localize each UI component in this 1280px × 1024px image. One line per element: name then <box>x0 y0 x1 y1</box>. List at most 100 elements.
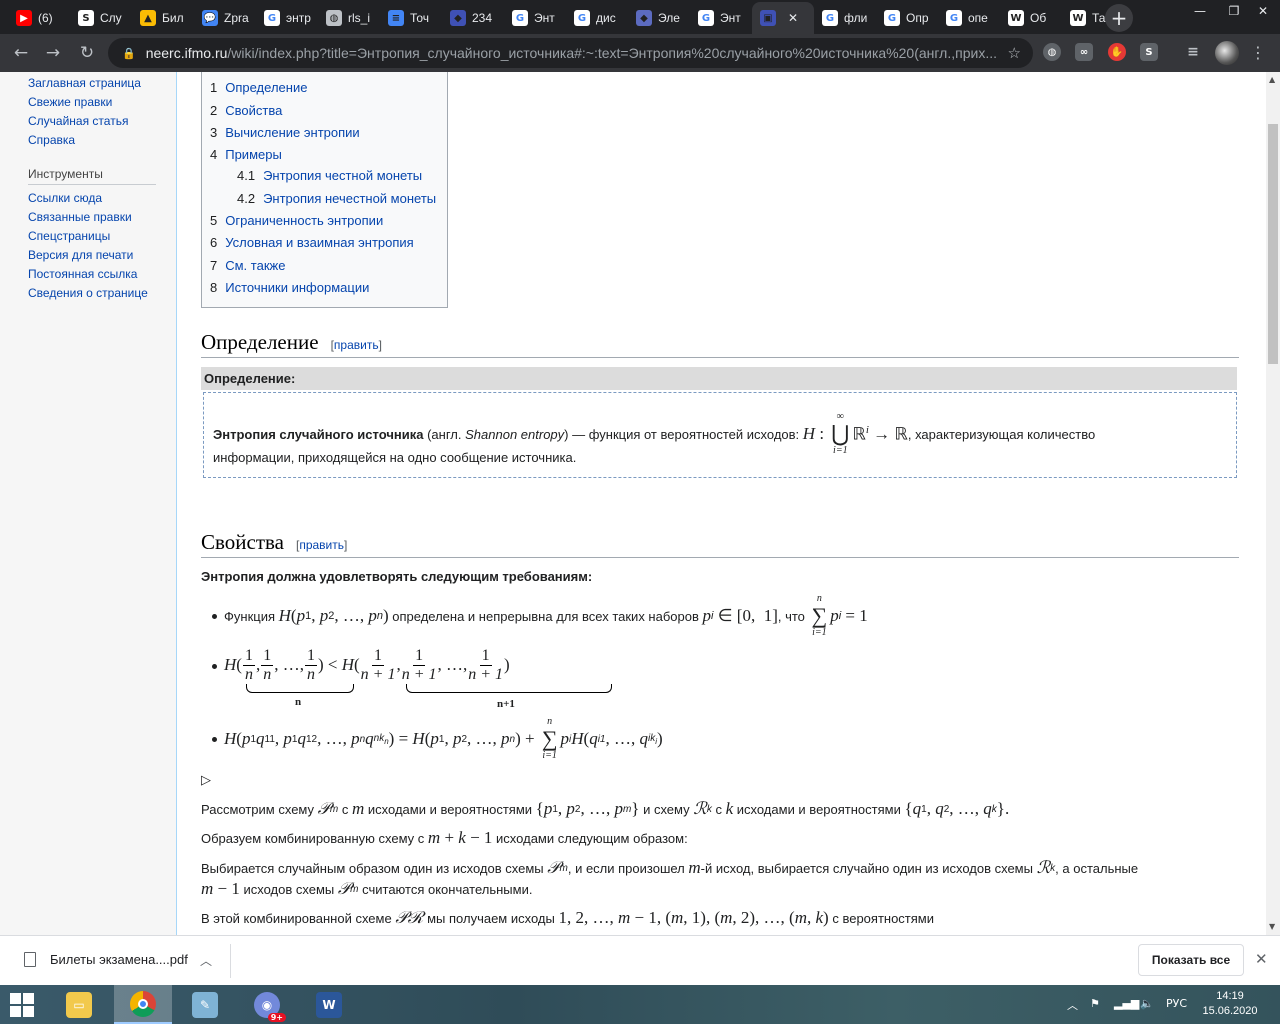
toc-item[interactable]: 8 Источники информации <box>210 280 369 295</box>
windows-start-icon[interactable] <box>10 993 34 1017</box>
browser-tab[interactable]: Gдис <box>566 2 628 34</box>
browser-tab[interactable]: G Опр <box>876 2 938 34</box>
download-item[interactable]: Билеты экзамена....pdf <box>24 952 188 967</box>
edit-link[interactable]: [править] <box>296 538 347 552</box>
volume-icon[interactable]: 🔈 <box>1140 997 1154 1010</box>
chevron-up-icon[interactable]: ︿ <box>200 952 212 969</box>
toc-item[interactable]: 7 См. также <box>210 258 285 273</box>
forward-button[interactable]: → <box>40 40 66 66</box>
profile-avatar[interactable] <box>1215 41 1239 65</box>
sidebar-link-main[interactable]: Заглавная страница <box>28 76 141 90</box>
proof-paragraph-2: Образуем комбинированную схему с m + k −… <box>201 828 688 847</box>
heading-rule <box>201 557 1239 558</box>
browser-tab[interactable]: Gопе <box>938 2 1000 34</box>
proof-paragraph-4: В этой комбинированной схеме 𝒫ℛ мы получ… <box>201 908 935 927</box>
page-viewport: Заглавная страница Свежие правки Случайн… <box>0 72 1266 935</box>
reload-button[interactable]: ↻ <box>74 40 100 66</box>
wikipedia-icon: W <box>1008 10 1024 26</box>
flag-icon[interactable]: ⚑ <box>1090 997 1100 1010</box>
scroll-up-icon[interactable]: ▲ <box>1269 75 1275 84</box>
sidebar-link-related[interactable]: Связанные правки <box>28 210 132 224</box>
taskbar-chrome[interactable] <box>114 985 172 1024</box>
google-docs-icon: ≡ <box>388 10 404 26</box>
bookmark-star-icon[interactable]: ☆ <box>1008 44 1021 62</box>
minimize-button[interactable]: — <box>1183 0 1217 22</box>
toc-item[interactable]: 4.2 Энтропия нечестной монеты <box>237 191 436 206</box>
browser-tab[interactable]: 💬 Zprа <box>194 2 256 34</box>
close-icon[interactable]: ✕ <box>1255 950 1268 968</box>
toc-item[interactable]: 1 Определение <box>210 80 307 95</box>
sidebar-link-permalink[interactable]: Постоянная ссылка <box>28 267 137 281</box>
sidebar-link-special[interactable]: Спецстраницы <box>28 229 110 243</box>
edit-link[interactable]: [править] <box>331 338 382 352</box>
notification-badge: 9+ <box>267 1012 286 1022</box>
site-icon: ◆ <box>636 10 652 26</box>
back-button[interactable]: ← <box>8 40 34 66</box>
browser-tab[interactable]: S Слу <box>70 2 132 34</box>
browser-tab[interactable]: Gфли <box>814 2 876 34</box>
word-icon: W <box>316 991 342 1018</box>
scroll-down-icon[interactable]: ▼ <box>1269 922 1275 931</box>
clock[interactable]: 14:19 15.06.2020 <box>1200 989 1260 1019</box>
sidebar-link-info[interactable]: Сведения о странице <box>28 286 148 300</box>
s-extension-icon[interactable]: S <box>1140 43 1158 61</box>
toc-item[interactable]: 3 Вычисление энтропии <box>210 125 360 140</box>
browser-tab[interactable]: ▲ Бил <box>132 2 194 34</box>
toc-item[interactable]: 4 Примеры <box>210 147 282 162</box>
taskbar-word[interactable]: W <box>300 985 358 1024</box>
playlist-icon[interactable]: ≡ <box>1184 43 1202 61</box>
new-tab-button[interactable]: + <box>1105 4 1133 32</box>
network-icon[interactable]: ▂▄▆ <box>1114 997 1139 1010</box>
sidebar-link-recent[interactable]: Свежие правки <box>28 95 112 109</box>
browser-tab[interactable]: ◍ rls_i <box>318 2 380 34</box>
menu-kebab-icon[interactable]: ⋮ <box>1250 43 1266 62</box>
toc-item[interactable]: 4.1 Энтропия честной монеты <box>237 168 422 183</box>
close-window-button[interactable]: ✕ <box>1246 0 1280 22</box>
google-icon: G <box>574 10 590 26</box>
browser-tab[interactable]: Gэнтр <box>256 2 318 34</box>
browser-tab[interactable]: ≡ Точ <box>380 2 442 34</box>
taskbar-notes[interactable]: ✎ <box>176 985 234 1024</box>
tab-title: Точ <box>410 11 430 25</box>
formula-h-map: H <box>802 424 816 443</box>
scrollbar-thumb[interactable] <box>1268 124 1278 364</box>
tab-title: Zprа <box>224 11 249 25</box>
browser-tab[interactable]: ▣ ✕ <box>752 2 814 34</box>
sidebar-link-print[interactable]: Версия для печати <box>28 248 133 262</box>
browser-tab[interactable]: ◆ 234 <box>442 2 504 34</box>
proof-paragraph-1: Рассмотрим схему 𝒫m с m исходами и вероя… <box>201 799 1010 818</box>
download-bar: Билеты экзамена....pdf ︿ Показать все ✕ <box>0 935 1280 985</box>
tab-title: Эле <box>658 11 680 25</box>
browser-tab[interactable]: ▶ (6) <box>8 2 70 34</box>
browser-tab[interactable]: ◆ Эле <box>628 2 690 34</box>
discord-icon: ◉ 9+ <box>254 991 286 1022</box>
url-path: /wiki/index.php?title=Энтропия_случайног… <box>227 45 997 61</box>
requirements-intro: Энтропия должна удовлетворять следующим … <box>201 569 593 584</box>
globe-extension-icon[interactable]: ◍ <box>1043 43 1061 61</box>
lock-icon: 🔒 <box>122 46 136 60</box>
requirement-grouping: H(p 1 q 11, p 1 q 12, …, p n q nkn) = H(p 1, p2, …… <box>224 716 663 761</box>
tray-chevron-icon[interactable]: ︿ <box>1067 997 1078 1013</box>
section-heading-definition: Определение [править] <box>201 330 382 354</box>
taskbar-explorer[interactable]: ▭ <box>50 985 108 1024</box>
sidebar-link-help[interactable]: Справка <box>28 133 75 147</box>
glasses-extension-icon[interactable]: ∞ <box>1075 43 1093 61</box>
show-all-button[interactable]: Показать все <box>1138 944 1244 976</box>
address-bar[interactable]: 🔒 neerc.ifmo.ru/wiki/index.php?title=Энт… <box>108 38 1033 68</box>
browser-tab[interactable]: G Энт <box>504 2 566 34</box>
stop-extension-icon[interactable]: ✋ <box>1108 43 1126 61</box>
toc-item[interactable]: 6 Условная и взаимная энтропия <box>210 235 414 250</box>
close-tab-icon[interactable]: ✕ <box>788 11 798 25</box>
toc-item[interactable]: 5 Ограниченность энтропии <box>210 213 383 228</box>
vertical-scrollbar[interactable]: ▲ ▼ <box>1266 72 1280 935</box>
clock-time: 14:19 <box>1216 990 1244 1002</box>
taskbar-discord[interactable]: ◉ 9+ <box>238 985 296 1024</box>
browser-tab[interactable]: G Энт <box>690 2 752 34</box>
section-heading-properties: Свойства [править] <box>201 530 348 554</box>
toc-item[interactable]: 2 Свойства <box>210 103 282 118</box>
download-filename: Билеты экзамена....pdf <box>50 952 188 967</box>
sidebar-link-random[interactable]: Случайная статья <box>28 114 128 128</box>
sidebar-link-whatlinks[interactable]: Ссылки сюда <box>28 191 102 205</box>
language-indicator[interactable]: РУС <box>1166 997 1187 1010</box>
browser-tab[interactable]: W Об <box>1000 2 1062 34</box>
